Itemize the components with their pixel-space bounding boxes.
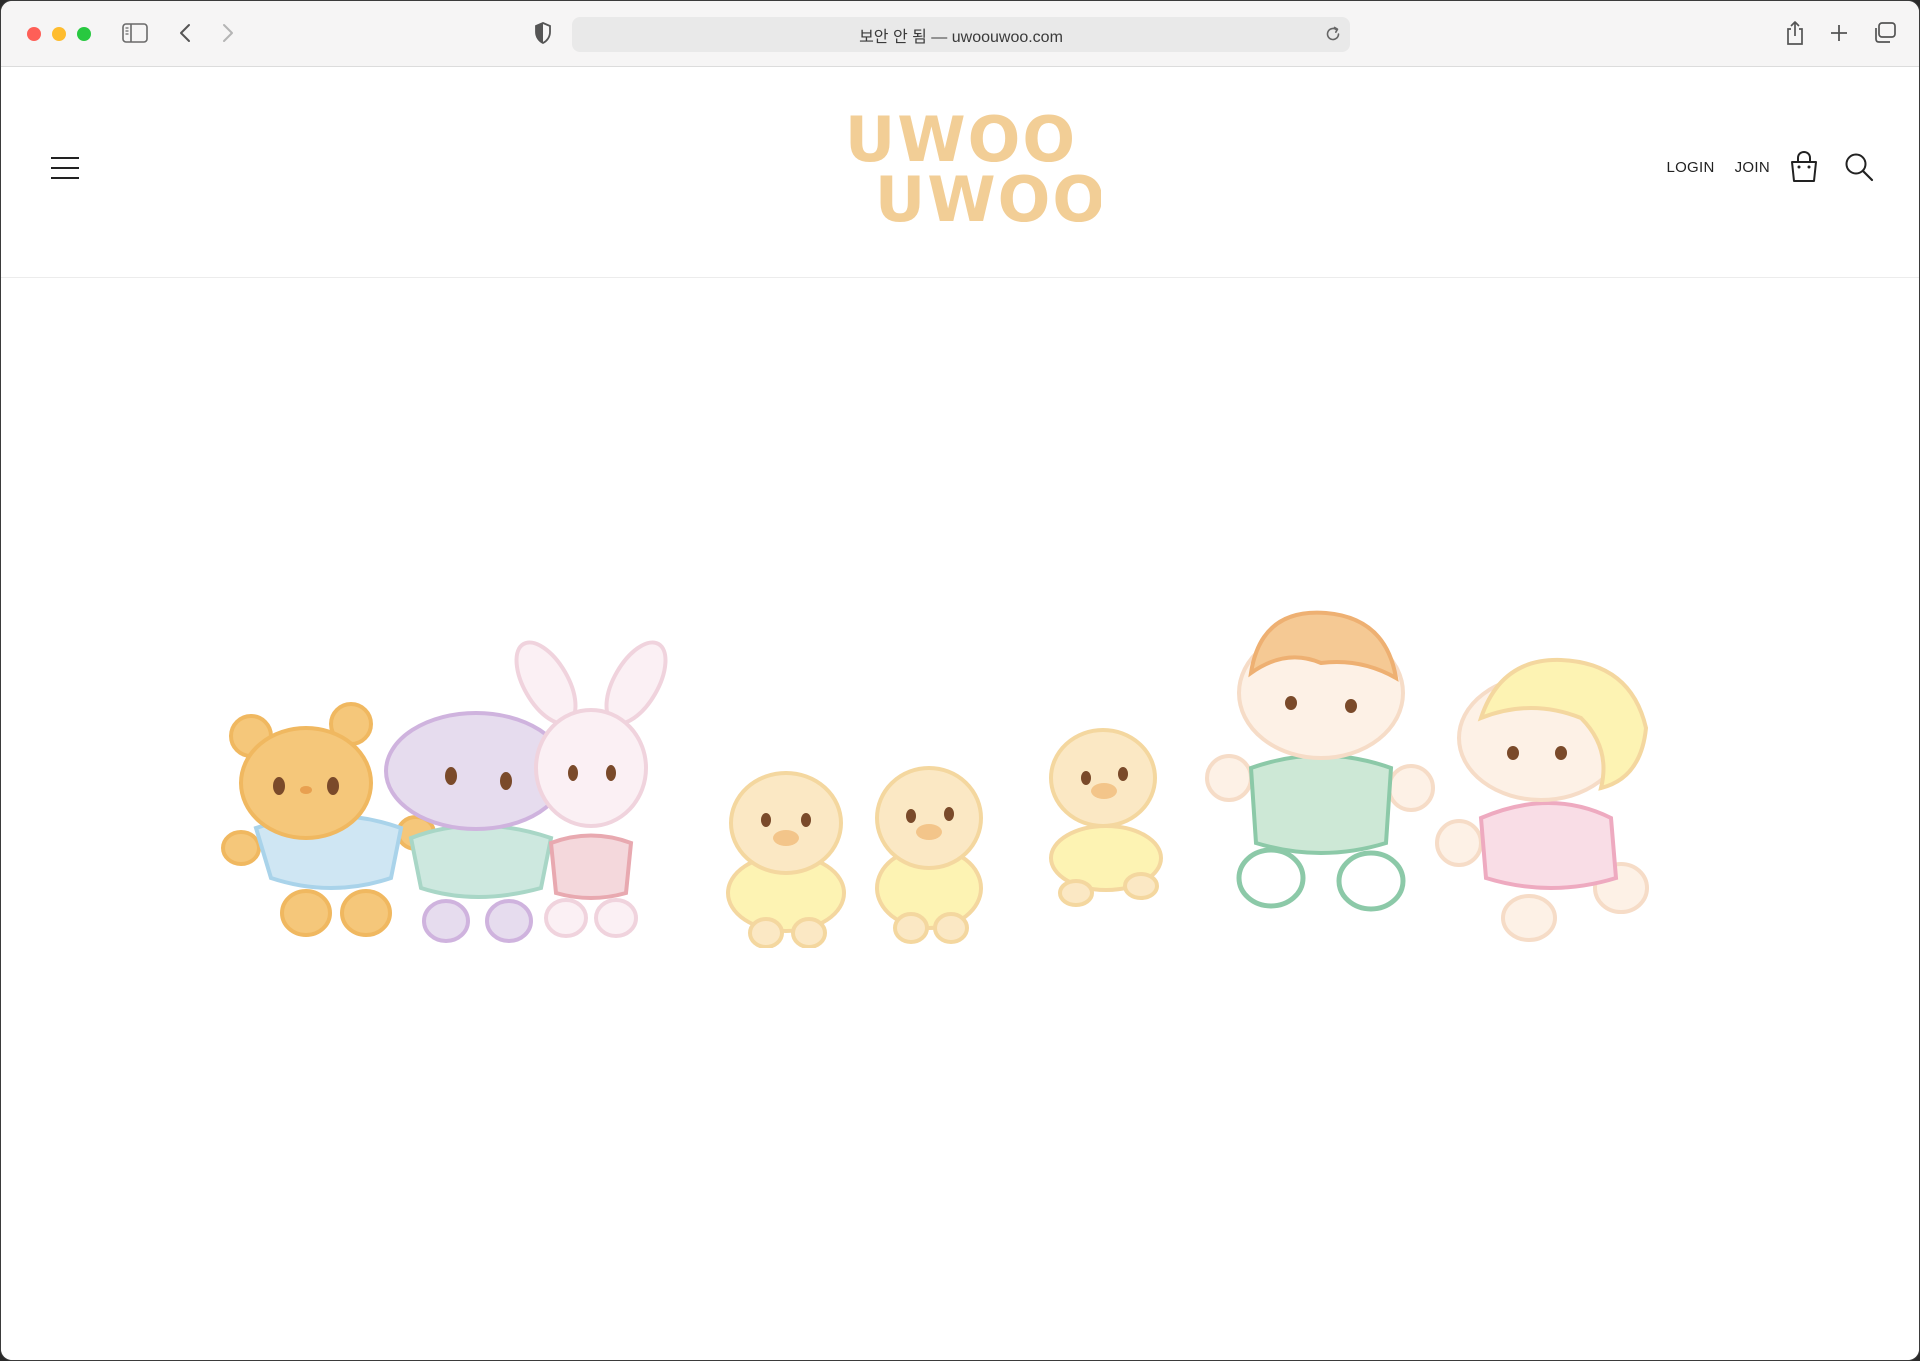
shopping-bag-icon[interactable] (1790, 151, 1818, 183)
shield-icon[interactable] (531, 21, 555, 45)
site-logo[interactable]: UWOO UWOO (821, 103, 1105, 236)
chick-character (726, 771, 846, 948)
maximize-window-button[interactable] (77, 27, 91, 41)
minimize-window-button[interactable] (52, 27, 66, 41)
search-icon[interactable] (1844, 152, 1874, 182)
logo-line-2: UWOO (875, 163, 1101, 227)
back-icon[interactable] (173, 21, 197, 45)
chick-character (875, 766, 983, 944)
site-header: UWOO UWOO LOGIN JOIN (1, 67, 1919, 278)
header-nav: LOGIN JOIN (1666, 151, 1874, 183)
hero-banner (1, 278, 1919, 1360)
join-link[interactable]: JOIN (1735, 159, 1770, 176)
sidebar-icon[interactable] (121, 21, 149, 45)
characters-illustration (221, 610, 1649, 948)
address-bar[interactable]: 보안 안 됨 — uwoouwoo.com (572, 17, 1350, 52)
browser-toolbar: 보안 안 됨 — uwoouwoo.com (1, 1, 1919, 67)
reload-icon[interactable] (1324, 25, 1342, 48)
new-tab-icon[interactable] (1827, 21, 1851, 45)
menu-icon[interactable] (51, 157, 79, 180)
login-link[interactable]: LOGIN (1666, 159, 1714, 176)
close-window-button[interactable] (27, 27, 41, 41)
boy-character (1205, 610, 1435, 912)
girl-character (1435, 657, 1649, 942)
url-text: 보안 안 됨 — uwoouwoo.com (859, 28, 1063, 46)
tabs-overview-icon[interactable] (1872, 21, 1898, 45)
share-icon[interactable] (1782, 19, 1808, 47)
browser-window: 보안 안 됨 — uwoouwoo.com UWOO UWOO LOGIN JO… (0, 0, 1920, 1361)
forward-icon[interactable] (216, 21, 240, 45)
chick-character (1049, 728, 1163, 907)
